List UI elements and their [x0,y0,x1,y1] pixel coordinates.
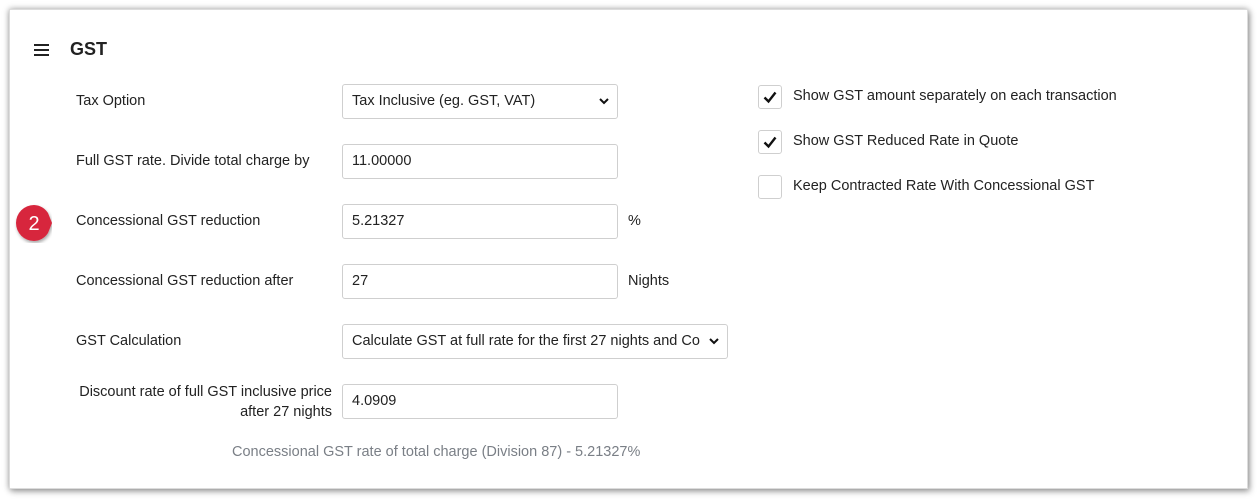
show-reduced-rate-label: Show GST Reduced Rate in Quote [793,133,1019,149]
chevron-down-icon [709,338,719,345]
callout-number: 2 [28,213,39,235]
tax-option-select[interactable]: Tax Inclusive (eg. GST, VAT) [342,84,618,119]
show-gst-separately-label: Show GST amount separately on each trans… [793,88,1117,104]
checkmark-icon [763,136,777,149]
show-gst-separately-checkbox[interactable] [758,85,782,109]
tax-option-label: Tax Option [76,93,146,109]
discount-rate-label: Discount rate of full GST inclusive pric… [60,382,332,422]
gst-calculation-label: GST Calculation [76,333,182,349]
keep-contracted-rate-label: Keep Contracted Rate With Concessional G… [793,178,1095,194]
hamburger-menu-icon[interactable] [34,43,50,57]
discount-rate-input[interactable]: 4.0909 [342,384,618,419]
reduction-after-label: Concessional GST reduction after [76,273,294,289]
reduction-after-input[interactable]: 27 [342,264,618,299]
discount-rate-label-line2: after 27 nights [240,404,332,420]
concessional-rate-note: Concessional GST rate of total charge (D… [232,444,641,460]
chevron-down-icon [599,98,609,105]
callout-badge: 2 [16,205,52,241]
discount-rate-label-line1: Discount rate of full GST inclusive pric… [79,384,332,400]
percent-unit: % [628,213,641,229]
full-rate-input[interactable]: 11.00000 [342,144,618,179]
concessional-reduction-input[interactable]: 5.21327 [342,204,618,239]
checkmark-icon [763,91,777,104]
gst-calculation-select[interactable]: Calculate GST at full rate for the first… [342,324,728,359]
concessional-reduction-label: Concessional GST reduction [76,213,261,229]
keep-contracted-rate-checkbox[interactable] [758,175,782,199]
tax-option-value: Tax Inclusive (eg. GST, VAT) [352,93,536,109]
full-rate-label: Full GST rate. Divide total charge by [76,153,310,169]
gst-calculation-value: Calculate GST at full rate for the first… [352,333,700,349]
page-title: GST [70,39,108,59]
show-reduced-rate-checkbox[interactable] [758,130,782,154]
nights-unit: Nights [628,273,670,289]
